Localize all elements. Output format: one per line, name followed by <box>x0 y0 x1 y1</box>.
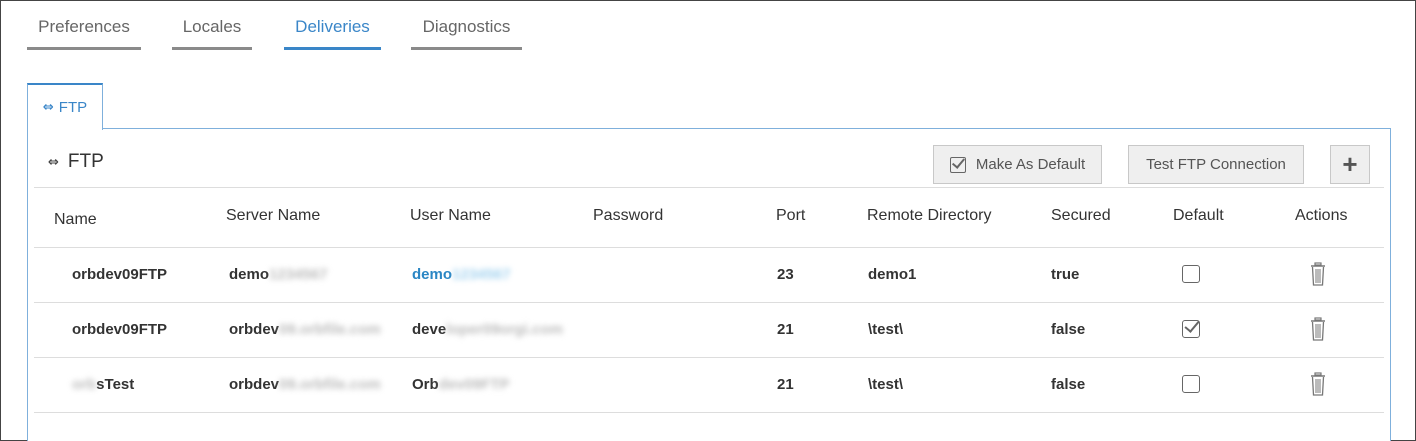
cell-server-name: orbdev09.orbfile.com <box>229 321 381 338</box>
tab-preferences[interactable]: Preferences <box>27 17 141 50</box>
panel-title: ⇔ FTP <box>48 151 104 173</box>
cell-secured: false <box>1051 376 1086 393</box>
cell-server-name: orbdev09.orbfile.com <box>229 376 381 393</box>
cell-name: orbdev09FTP <box>72 266 168 283</box>
cell-remote-directory: demo1 <box>868 266 917 283</box>
test-ftp-connection-label: Test FTP Connection <box>1146 156 1286 173</box>
ftp-panel: ⇔ FTP Make As Default Test FTP Connectio… <box>27 128 1391 441</box>
plus-icon: + <box>1342 149 1358 179</box>
cell-secured: false <box>1051 321 1086 338</box>
column-header-remote-directory: Remote Directory <box>867 207 992 224</box>
cell-user-name-link[interactable]: demo1234567 <box>412 266 510 283</box>
tab-deliveries[interactable]: Deliveries <box>284 17 381 50</box>
cell-user-name: Orbdev09FTP <box>412 376 510 393</box>
column-header-name: Name <box>54 211 97 228</box>
column-header-server-name: Server Name <box>226 207 321 224</box>
cell-port: 23 <box>777 266 794 283</box>
cell-user-name: developer09orgi.com <box>412 321 563 338</box>
column-header-password: Password <box>593 207 664 224</box>
trash-icon[interactable] <box>1310 372 1326 396</box>
default-checkbox[interactable] <box>1182 320 1200 338</box>
tab-ftp[interactable]: ⇔ FTP <box>27 83 103 130</box>
column-header-default: Default <box>1173 207 1224 224</box>
column-header-port: Port <box>776 207 806 224</box>
divider <box>34 187 1384 188</box>
make-as-default-button[interactable]: Make As Default <box>933 145 1102 184</box>
ftp-icon: ⇔ <box>48 154 59 170</box>
default-checkbox[interactable] <box>1182 265 1200 283</box>
column-header-secured: Secured <box>1051 207 1111 224</box>
table-row: orbdev09FTP orbdev09.orbfile.com develop… <box>34 303 1384 358</box>
cell-name: orbsTest <box>72 376 135 393</box>
cell-port: 21 <box>777 321 794 338</box>
column-header-user-name: User Name <box>410 207 491 224</box>
panel-title-text: FTP <box>67 151 104 172</box>
cell-remote-directory: \test\ <box>868 321 904 338</box>
table-header: Name Server Name User Name Password Port… <box>28 207 1390 247</box>
table-row: orbdev09FTP demo1234567 demo1234567 23 d… <box>34 248 1384 303</box>
cell-secured: true <box>1051 266 1080 283</box>
cell-name: orbdev09FTP <box>72 321 168 338</box>
make-as-default-label: Make As Default <box>975 156 1086 173</box>
table-row: orbsTest orbdev09.orbfile.com Orbdev09FT… <box>34 358 1384 413</box>
tab-ftp-label: FTP <box>58 99 88 116</box>
test-ftp-connection-button[interactable]: Test FTP Connection <box>1128 145 1304 184</box>
ftp-icon: ⇔ <box>42 100 54 115</box>
tab-locales[interactable]: Locales <box>172 17 252 50</box>
trash-icon[interactable] <box>1310 262 1326 286</box>
default-checkbox[interactable] <box>1182 375 1200 393</box>
cell-port: 21 <box>777 376 794 393</box>
tab-diagnostics[interactable]: Diagnostics <box>411 17 522 50</box>
column-header-actions: Actions <box>1295 207 1348 224</box>
add-button[interactable]: + <box>1330 145 1370 184</box>
checkbox-icon <box>949 156 966 173</box>
cell-server-name: demo1234567 <box>229 266 328 283</box>
trash-icon[interactable] <box>1310 317 1326 341</box>
cell-remote-directory: \test\ <box>868 376 904 393</box>
